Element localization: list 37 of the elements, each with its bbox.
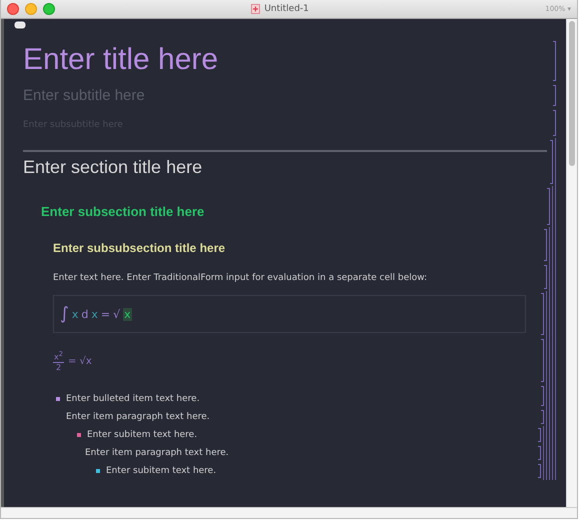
cell-bracket[interactable] xyxy=(541,410,544,424)
cell-bracket[interactable] xyxy=(544,265,547,289)
bulleted-subitem: Enter subitem text here. xyxy=(106,466,216,476)
cell-bracket[interactable] xyxy=(538,446,541,460)
cell-bracket[interactable] xyxy=(553,41,556,81)
bullet-icon xyxy=(96,469,100,473)
cell-bracket[interactable] xyxy=(541,386,544,406)
cell-bracket[interactable] xyxy=(553,110,556,136)
cell-bracket[interactable] xyxy=(541,293,544,335)
subsubsection-title: Enter subsubsection title here xyxy=(53,241,226,255)
zoom-button[interactable] xyxy=(43,3,55,15)
bulleted-subitem: Enter subitem text here. xyxy=(87,430,198,440)
cell-bracket[interactable] xyxy=(538,428,541,442)
scroll-thumb[interactable] xyxy=(569,21,575,166)
document-icon xyxy=(251,4,260,14)
cell-bracket[interactable] xyxy=(544,229,547,261)
cell-bracket[interactable] xyxy=(547,188,550,225)
cell-bracket[interactable] xyxy=(538,464,541,478)
section-title: Enter section title here xyxy=(23,157,202,178)
text-paragraph: Enter text here. Enter TraditionalForm input for evaluation in a separate cell below: xyxy=(53,273,428,283)
bulleted-item: Enter bulleted item text here. xyxy=(66,394,200,404)
notebook-title: Enter title here xyxy=(23,43,218,77)
close-button[interactable] xyxy=(7,3,19,15)
formula[interactable]: ∫ x d x = √ x xyxy=(60,304,132,324)
minimize-button[interactable] xyxy=(25,3,37,15)
subsection-title: Enter subsection title here xyxy=(41,204,204,219)
window-title: Untitled-1 xyxy=(264,4,309,14)
cell-bracket[interactable] xyxy=(550,140,553,184)
vertical-scrollbar[interactable] xyxy=(566,19,577,507)
item-paragraph: Enter item paragraph text here. xyxy=(85,448,229,458)
bullet-icon xyxy=(77,433,81,437)
item-paragraph: Enter item paragraph text here. xyxy=(66,412,210,422)
bullet-icon xyxy=(56,397,60,401)
cell-bracket[interactable] xyxy=(553,85,556,106)
horizontal-scrollbar[interactable] xyxy=(1,507,577,518)
cell-bracket[interactable] xyxy=(541,339,544,382)
cell-insertion-icon[interactable] xyxy=(14,21,26,29)
